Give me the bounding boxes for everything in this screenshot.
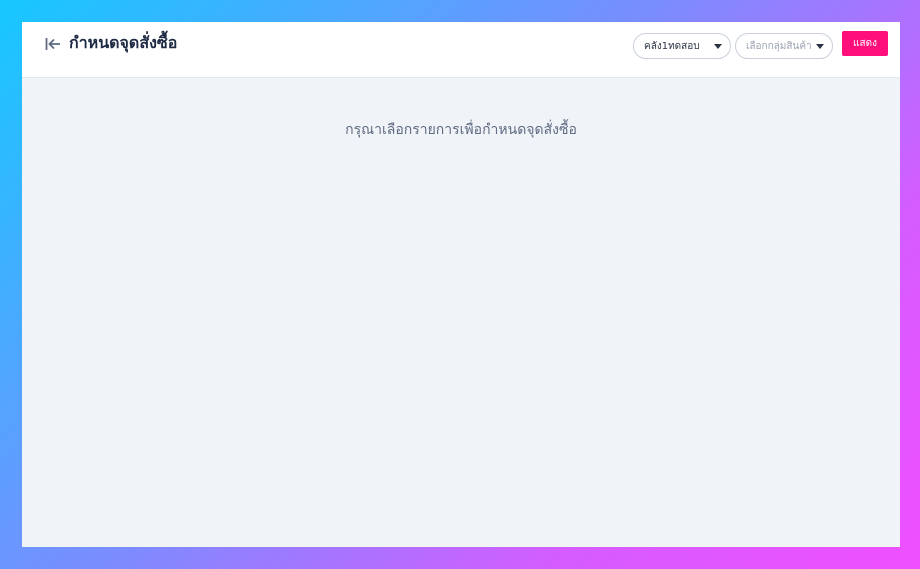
chevron-down-icon (816, 43, 824, 49)
empty-state-message: กรุณาเลือกรายการเพื่อกำหนดจุดสั่งซื้อ (345, 122, 577, 138)
app-window: กำหนดจุดสั่งซื้อ คลัง1ทดสอบ เลือกกลุ่มสิ… (22, 22, 900, 547)
page-header: กำหนดจุดสั่งซื้อ คลัง1ทดสอบ เลือกกลุ่มสิ… (22, 22, 900, 78)
product-group-select[interactable]: เลือกกลุ่มสินค้า (735, 33, 833, 59)
product-group-placeholder: เลือกกลุ่มสินค้า (746, 40, 812, 52)
show-button[interactable]: แสดง (842, 31, 888, 56)
back-arrow-icon (45, 38, 60, 50)
chevron-down-icon (714, 43, 722, 49)
page-title: กำหนดจุดสั่งซื้อ (69, 33, 178, 52)
warehouse-select-value: คลัง1ทดสอบ (644, 40, 700, 52)
warehouse-select[interactable]: คลัง1ทดสอบ (633, 33, 731, 59)
back-button[interactable] (44, 36, 62, 52)
